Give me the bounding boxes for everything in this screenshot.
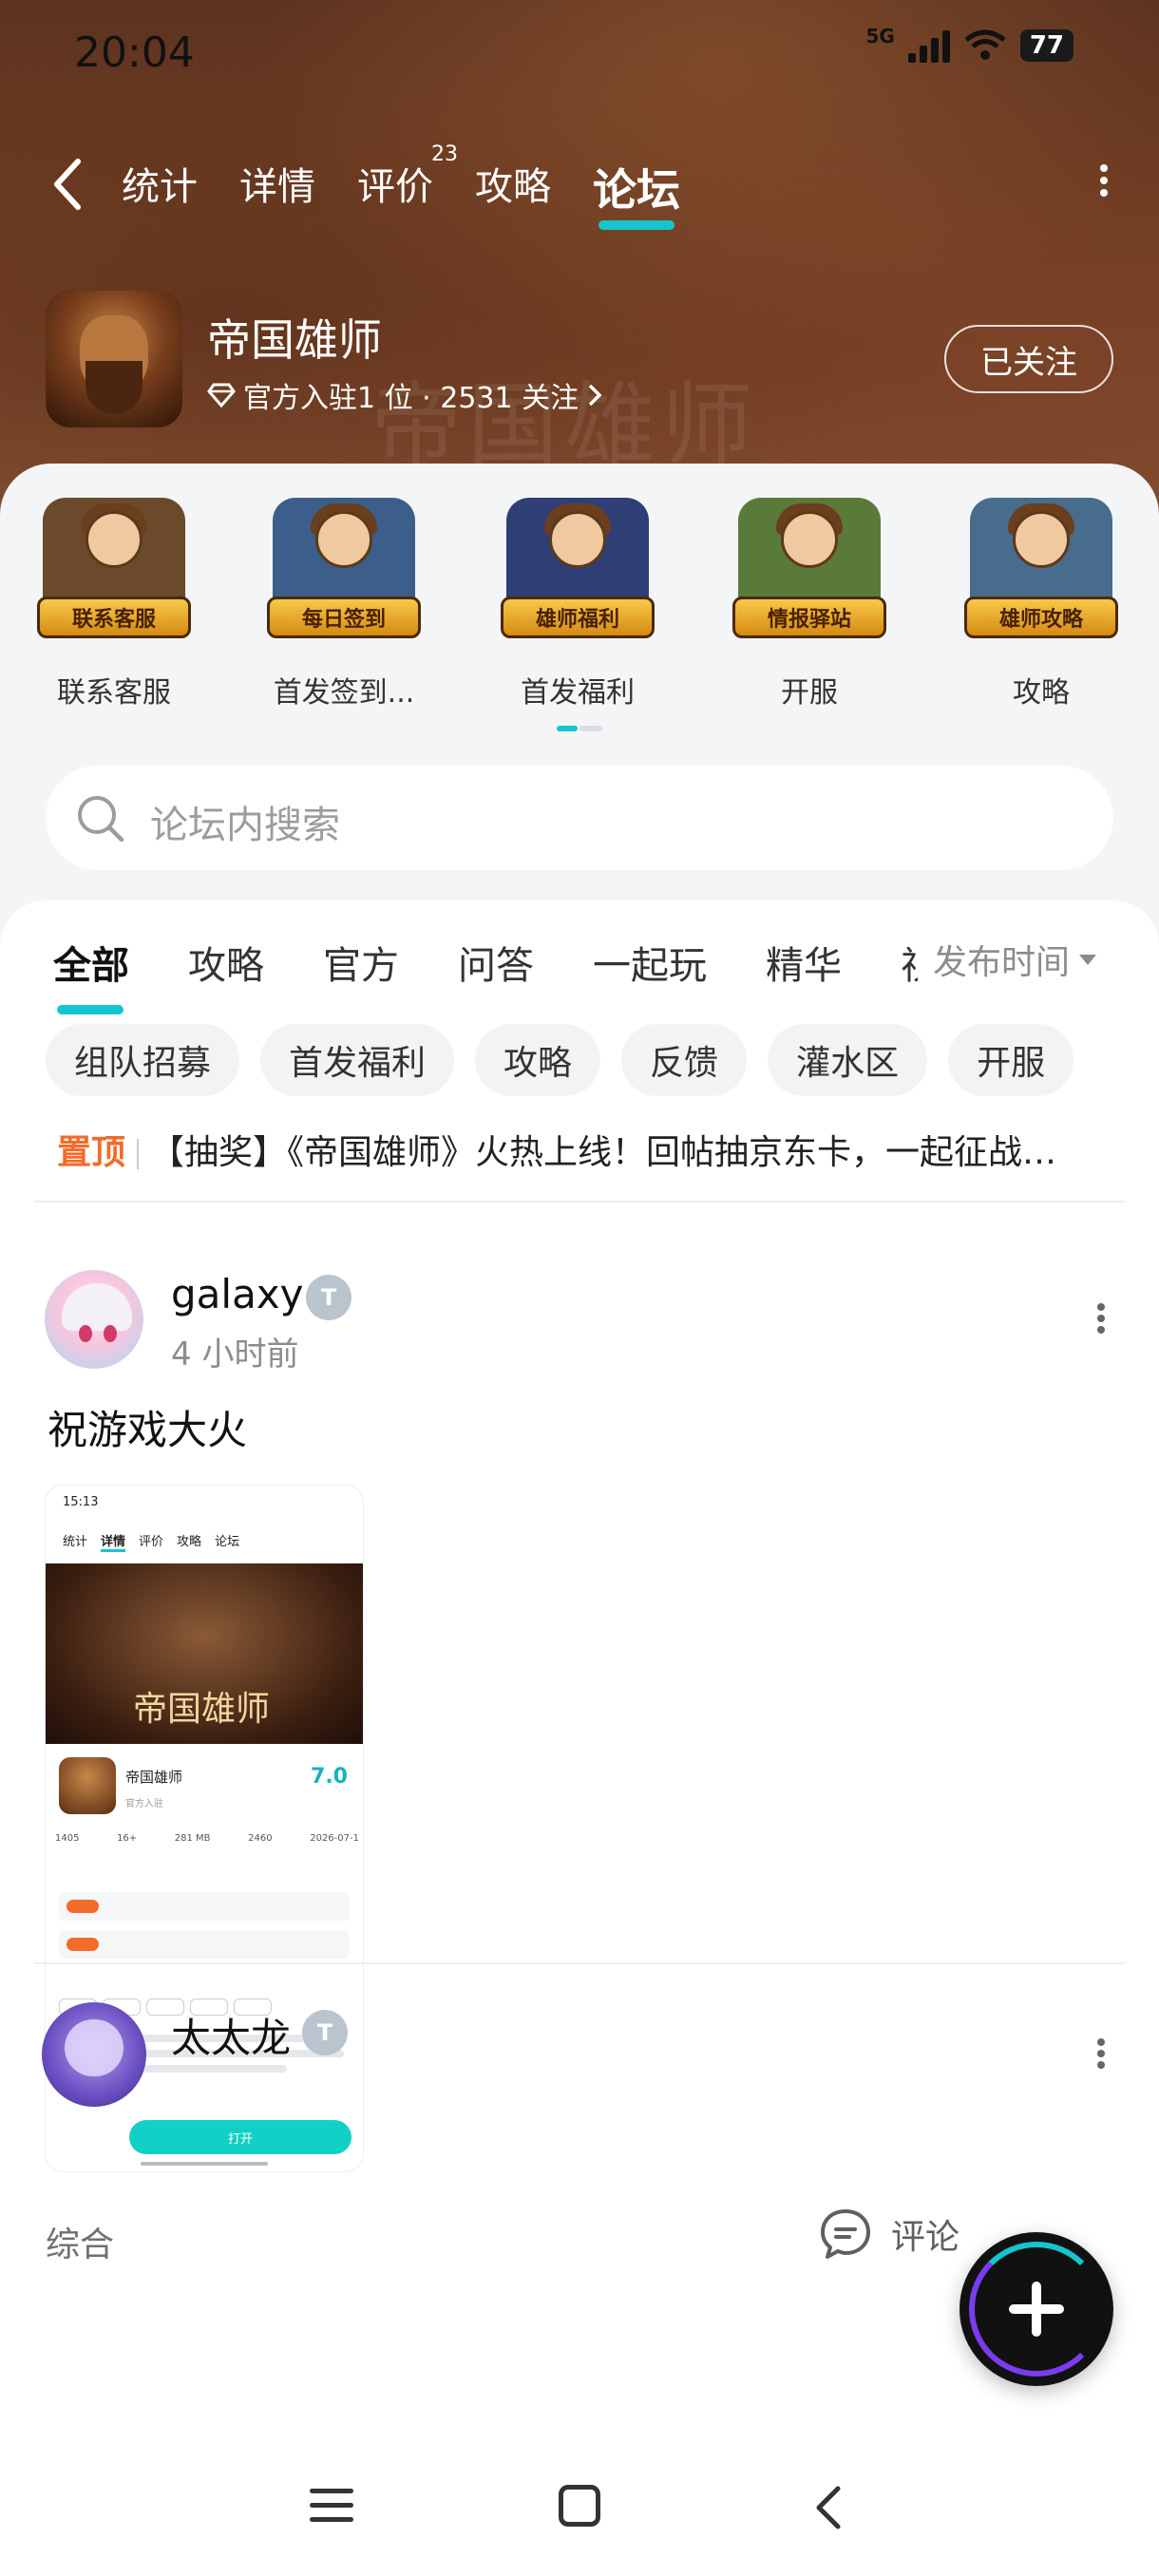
feature-label: 开服 xyxy=(781,676,838,710)
recent-apps-icon[interactable] xyxy=(310,2489,353,2527)
filter-tab-featured[interactable]: 精华 xyxy=(766,935,842,1001)
carousel-indicator xyxy=(557,726,602,731)
chip-feedback[interactable]: 反馈 xyxy=(621,1024,748,1096)
home-icon[interactable] xyxy=(559,2485,600,2527)
more-icon[interactable] xyxy=(1094,160,1113,207)
avatar[interactable] xyxy=(42,1267,146,1372)
feature-label: 攻略 xyxy=(1013,676,1070,710)
chip-chat[interactable]: 灌水区 xyxy=(768,1024,928,1096)
chip-team-recruit[interactable]: 组队招募 xyxy=(46,1024,240,1096)
user-badge-icon: T xyxy=(302,2010,348,2055)
official-follow-info: 官方入驻1 位 · 2531 关注 xyxy=(243,382,580,415)
tab-guides[interactable]: 攻略 xyxy=(475,156,551,218)
status-time: 20:04 xyxy=(74,28,195,77)
tab-bar: 统计 详情 评价 23 攻略 论坛 xyxy=(122,142,680,230)
comment-icon xyxy=(821,2209,870,2259)
search-input[interactable]: 论坛内搜索 xyxy=(150,794,340,849)
status-icons: 5G 77 xyxy=(865,25,1074,63)
app-name: 帝国雄师 xyxy=(207,314,382,366)
app-info: 帝国雄师 官方入驻1 位 · 2531 关注 已关注 xyxy=(46,291,1113,433)
filter-tab-guides[interactable]: 攻略 xyxy=(188,935,264,1001)
chip-launch-welfare[interactable]: 首发福利 xyxy=(260,1024,455,1096)
active-filter-indicator xyxy=(57,1005,124,1014)
feature-image: 每日签到 xyxy=(263,498,425,650)
post-author[interactable]: galaxy xyxy=(171,1271,304,1317)
chevron-right-icon xyxy=(588,384,602,407)
feature-customer-service[interactable]: 联系客服 联系客服 xyxy=(19,498,209,710)
divider xyxy=(34,1962,1125,1964)
post-more-icon[interactable] xyxy=(1094,1299,1108,1337)
feature-image: 联系客服 xyxy=(33,498,195,650)
feature-welfare[interactable]: 雄师福利 首发福利 xyxy=(483,498,673,710)
filter-tab-play-together[interactable]: 一起玩 xyxy=(593,935,707,1001)
feature-image: 情报驿站 xyxy=(729,498,890,650)
pinned-tag: 置顶 xyxy=(57,1133,126,1172)
comment-button[interactable]: 评论 xyxy=(817,2206,960,2263)
network-type: 5G xyxy=(865,25,895,47)
sort-dropdown[interactable]: 发布时间 xyxy=(917,935,1096,984)
post-author[interactable]: 太太龙 xyxy=(171,2006,291,2064)
tab-stats[interactable]: 统计 xyxy=(122,156,198,218)
system-navigation-bar xyxy=(0,2441,1159,2576)
feature-label: 首发签到... xyxy=(273,676,415,710)
feature-image: 雄师攻略 xyxy=(960,498,1122,650)
filter-tab-all[interactable]: 全部 xyxy=(53,935,129,1014)
post-more-icon[interactable] xyxy=(1094,2035,1108,2073)
user-badge-icon: T xyxy=(306,1275,352,1320)
create-post-button[interactable] xyxy=(960,2232,1113,2386)
filter-tab-official[interactable]: 官方 xyxy=(323,935,399,1001)
feature-label: 联系客服 xyxy=(57,676,171,710)
forum-search-bar[interactable]: 论坛内搜索 xyxy=(46,766,1113,870)
app-meta[interactable]: 官方入驻1 位 · 2531 关注 xyxy=(207,374,603,416)
diamond-icon xyxy=(207,383,236,407)
search-icon xyxy=(78,796,124,843)
chip-guides[interactable]: 攻略 xyxy=(475,1024,601,1096)
pinned-title: 【抽奖】《帝国雄师》火热上线！回帖抽京东卡，一起征战… xyxy=(150,1133,1057,1172)
follow-button[interactable]: 已关注 xyxy=(944,325,1113,393)
post-title: 祝游戏大火 xyxy=(48,1407,248,1453)
feature-checkin[interactable]: 每日签到 首发签到... xyxy=(249,498,439,710)
battery-icon: 77 xyxy=(1019,29,1074,62)
sort-label: 发布时间 xyxy=(932,943,1070,982)
tab-reviews[interactable]: 评价 23 xyxy=(357,142,458,218)
tab-details[interactable]: 详情 xyxy=(239,156,315,218)
post-time: 4 小时前 xyxy=(171,1335,299,1373)
feature-server-open[interactable]: 情报驿站 开服 xyxy=(714,498,904,710)
filter-tab-qa[interactable]: 问答 xyxy=(458,935,534,1001)
status-bar: 20:04 5G 77 xyxy=(0,0,1159,104)
forum-filter-tabs: 全部 攻略 官方 问答 一起玩 精华 视 xyxy=(53,935,920,1014)
pinned-post[interactable]: 置顶 【抽奖】《帝国雄师》火热上线！回帖抽京东卡，一起征战… xyxy=(57,1125,1102,1174)
feature-label: 首发福利 xyxy=(521,676,635,710)
avatar[interactable] xyxy=(42,2002,146,2107)
review-count: 23 xyxy=(431,142,458,166)
feature-guides[interactable]: 雄师攻略 攻略 xyxy=(946,498,1136,710)
back-icon[interactable] xyxy=(49,156,87,213)
comment-label: 评论 xyxy=(891,2218,960,2257)
feature-image: 雄师福利 xyxy=(497,498,658,650)
chip-server-open[interactable]: 开服 xyxy=(948,1024,1074,1096)
signal-icon xyxy=(907,28,950,63)
caret-down-icon xyxy=(1079,954,1096,965)
system-back-icon[interactable] xyxy=(809,2485,847,2530)
active-tab-indicator xyxy=(598,220,674,230)
app-icon[interactable] xyxy=(46,291,182,427)
tab-forum[interactable]: 论坛 xyxy=(593,156,680,230)
top-navigation: 统计 详情 评价 23 攻略 论坛 xyxy=(0,142,1159,230)
wifi-icon xyxy=(964,29,1006,60)
post-category[interactable]: 综合 xyxy=(46,2217,114,2266)
feature-shortcuts: 联系客服 联系客服 每日签到 首发签到... 雄师福利 首发福利 情报驿站 开服… xyxy=(0,498,1159,710)
divider xyxy=(34,1201,1125,1203)
topic-chips: 组队招募 首发福利 攻略 反馈 灌水区 开服 xyxy=(46,1024,1074,1096)
